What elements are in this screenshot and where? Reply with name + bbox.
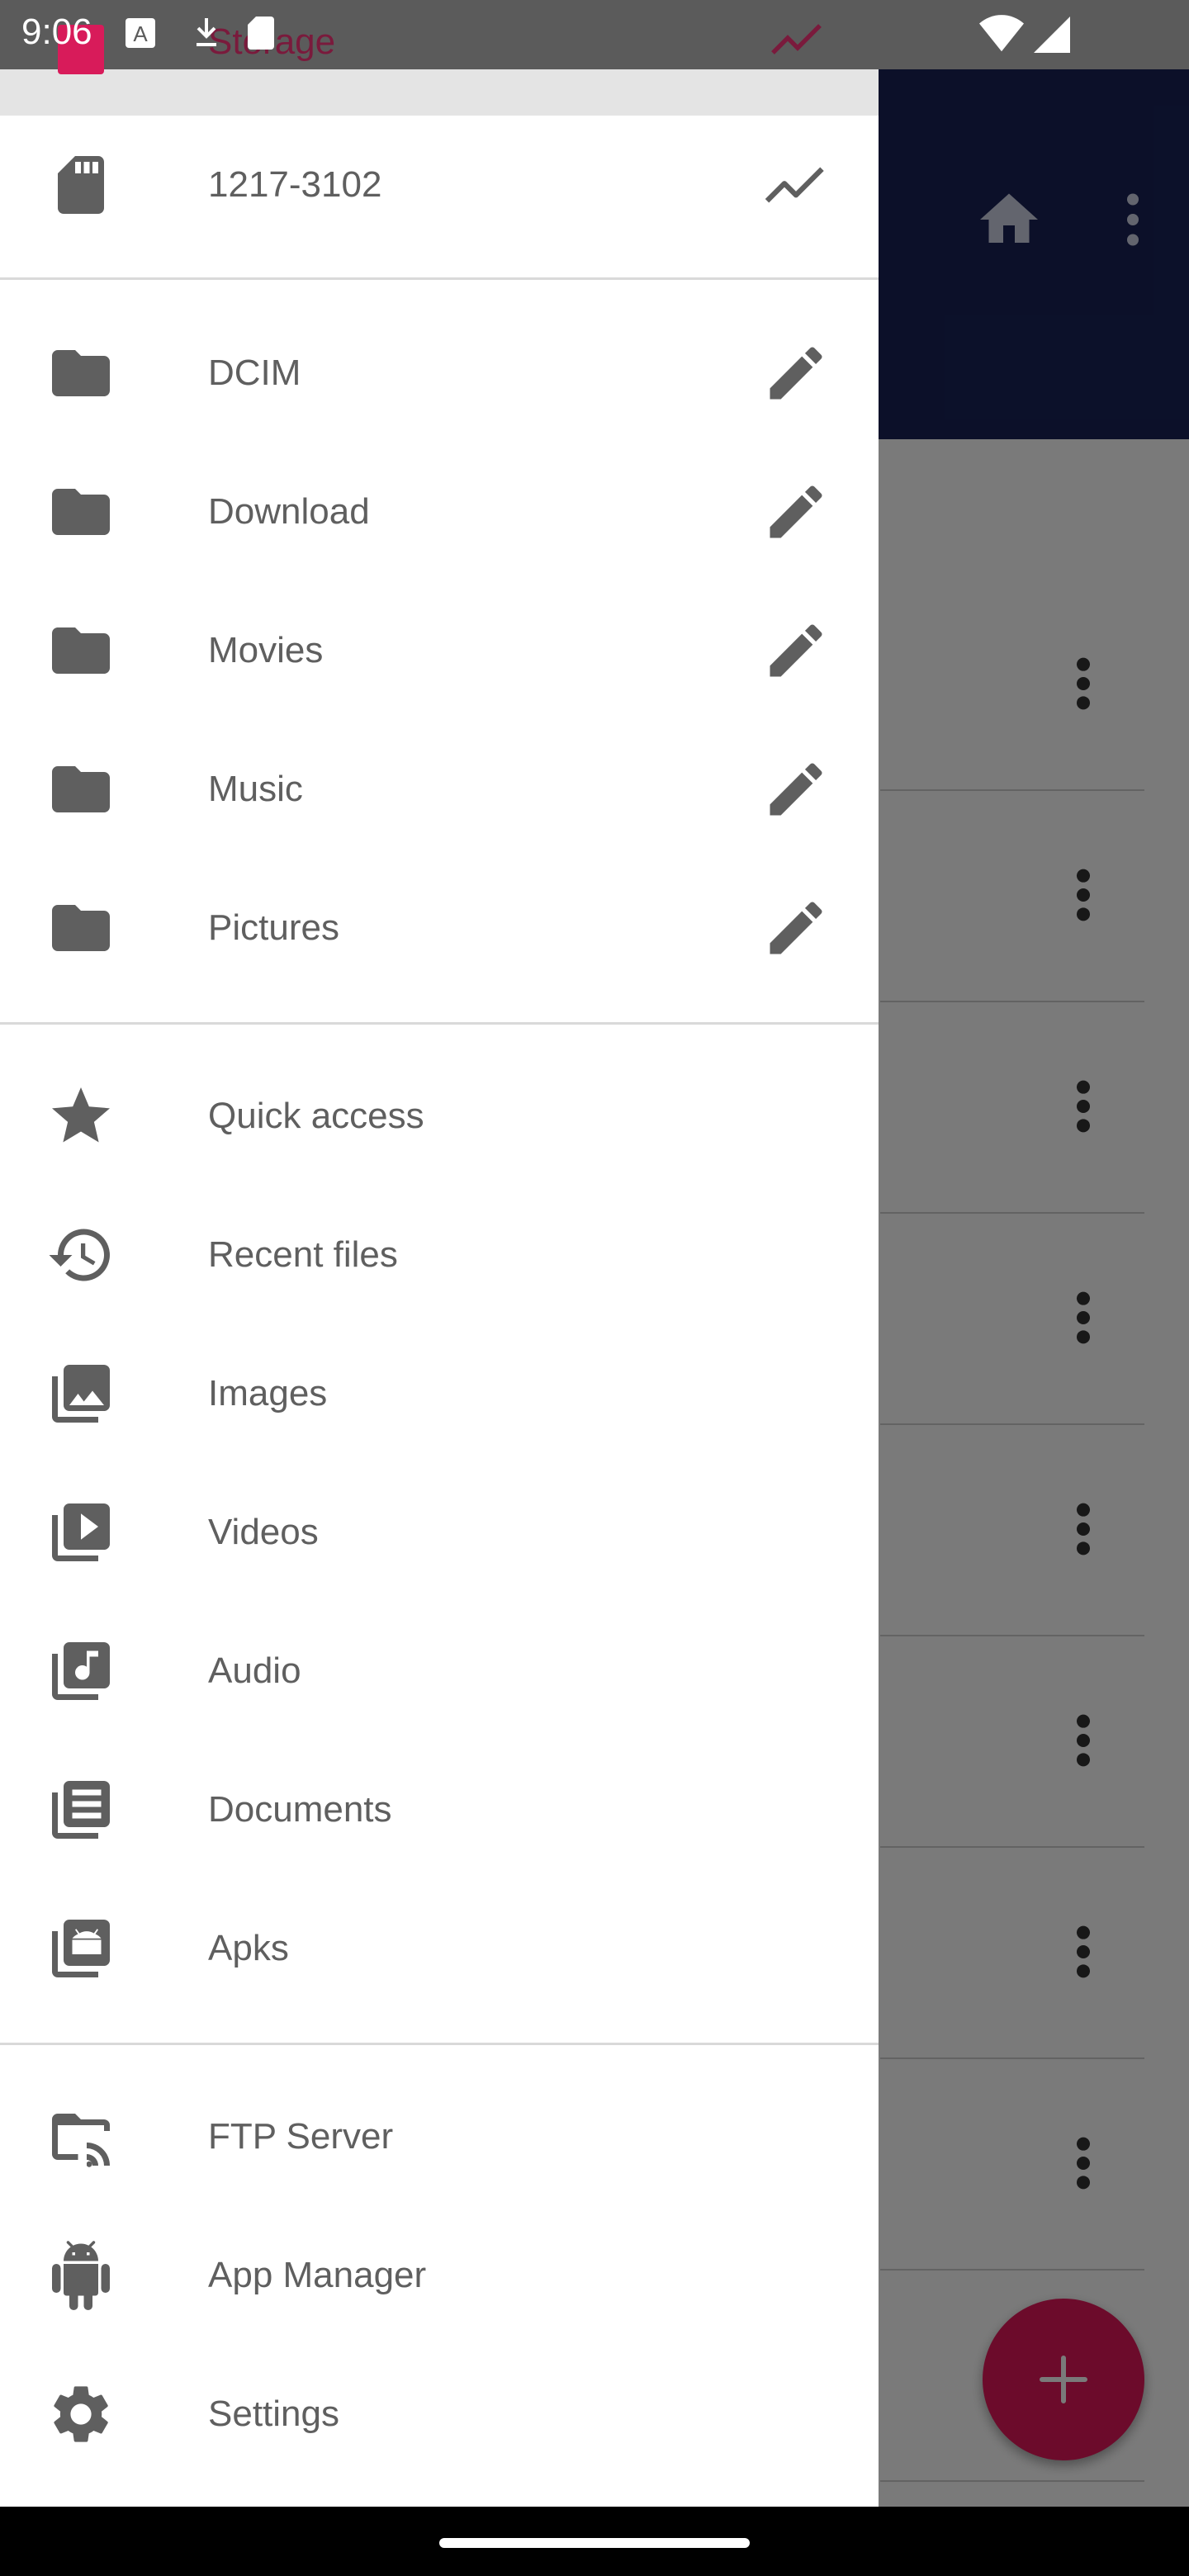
drawer-item-storage[interactable]: 1217-3102 <box>0 116 879 254</box>
folder-icon <box>46 893 116 963</box>
drawer-folder-download[interactable]: Download <box>0 443 879 581</box>
drawer-item-app-manager[interactable]: App Manager <box>0 2206 879 2345</box>
drawer-item-label: Videos <box>208 1512 319 1552</box>
edit-icon[interactable] <box>761 616 831 685</box>
drawer-item-label: DCIM <box>208 353 301 393</box>
download-notification-icon <box>190 15 223 51</box>
navigation-drawer: 1217-3102 DCIM Download Movies Music Picture… <box>0 0 879 2507</box>
status-time: 9:06 <box>21 12 92 52</box>
drawer-item-label: Settings <box>208 2394 339 2434</box>
wifi-icon <box>979 15 1024 54</box>
drawer-folder-pictures[interactable]: Pictures <box>0 859 879 997</box>
drawer-item-videos[interactable]: Videos <box>0 1463 879 1602</box>
folder-icon <box>46 477 116 547</box>
drawer-item-label: Quick access <box>208 1096 424 1136</box>
drawer-item-apks[interactable]: Apks <box>0 1879 879 2018</box>
history-icon <box>46 1220 116 1290</box>
storage-usage-icon[interactable] <box>761 150 831 220</box>
audio-icon <box>46 1636 116 1706</box>
drawer-item-settings[interactable]: Settings <box>0 2345 879 2484</box>
drawer-folder-dcim[interactable]: DCIM <box>0 304 879 443</box>
drawer-item-label: FTP Server <box>208 2116 394 2157</box>
divider <box>0 2043 879 2045</box>
divider <box>0 277 879 280</box>
navigation-bar <box>0 2507 1189 2576</box>
notification-a-icon: A <box>124 15 157 51</box>
settings-icon <box>46 2379 116 2449</box>
folder-icon <box>46 339 116 408</box>
cell-signal-icon <box>1034 15 1070 54</box>
videos-icon <box>46 1498 116 1567</box>
folder-icon <box>46 755 116 824</box>
drawer-folder-movies[interactable]: Movies <box>0 581 879 720</box>
drawer-item-label: Audio <box>208 1650 301 1691</box>
drawer-item-audio[interactable]: Audio <box>0 1602 879 1740</box>
ftp-server-icon <box>46 2102 116 2171</box>
star-icon <box>46 1082 116 1151</box>
drawer-header-edge <box>0 69 879 116</box>
drawer-item-label: Movies <box>208 630 324 670</box>
documents-icon <box>46 1775 116 1844</box>
drawer-item-label: Images <box>208 1373 328 1413</box>
drawer-item-ftp-server[interactable]: FTP Server <box>0 2067 879 2206</box>
drawer-item-documents[interactable]: Documents <box>0 1740 879 1879</box>
edit-icon[interactable] <box>761 339 831 408</box>
sd-card-icon <box>46 150 116 220</box>
drawer-item-label: App Manager <box>208 2255 427 2295</box>
drawer-item-label: Recent files <box>208 1234 398 1275</box>
drawer-item-label: Apks <box>208 1928 289 1968</box>
edit-icon[interactable] <box>761 893 831 963</box>
divider <box>0 1022 879 1025</box>
sd-card-status-icon <box>244 15 277 51</box>
drawer-item-quick-access[interactable]: Quick access <box>0 1047 879 1186</box>
drawer-item-recent-files[interactable]: Recent files <box>0 1186 879 1324</box>
edit-icon[interactable] <box>761 755 831 824</box>
svg-text:A: A <box>133 21 148 46</box>
drawer-item-images[interactable]: Images <box>0 1324 879 1463</box>
home-gesture-handle[interactable] <box>439 2538 750 2548</box>
drawer-item-label: Documents <box>208 1789 392 1830</box>
apks-icon <box>46 1914 116 1983</box>
drawer-item-label: Pictures <box>208 907 339 948</box>
images-icon <box>46 1359 116 1428</box>
status-bar: Storage 9:06 A <box>0 0 1189 74</box>
edit-icon[interactable] <box>761 477 831 547</box>
drawer-folder-music[interactable]: Music <box>0 720 879 859</box>
drawer-item-label: Download <box>208 491 370 532</box>
storage-label: 1217-3102 <box>208 164 382 205</box>
folder-icon <box>46 616 116 685</box>
drawer-item-label: Music <box>208 769 303 809</box>
trend-icon <box>768 15 827 61</box>
android-icon <box>46 2241 116 2310</box>
